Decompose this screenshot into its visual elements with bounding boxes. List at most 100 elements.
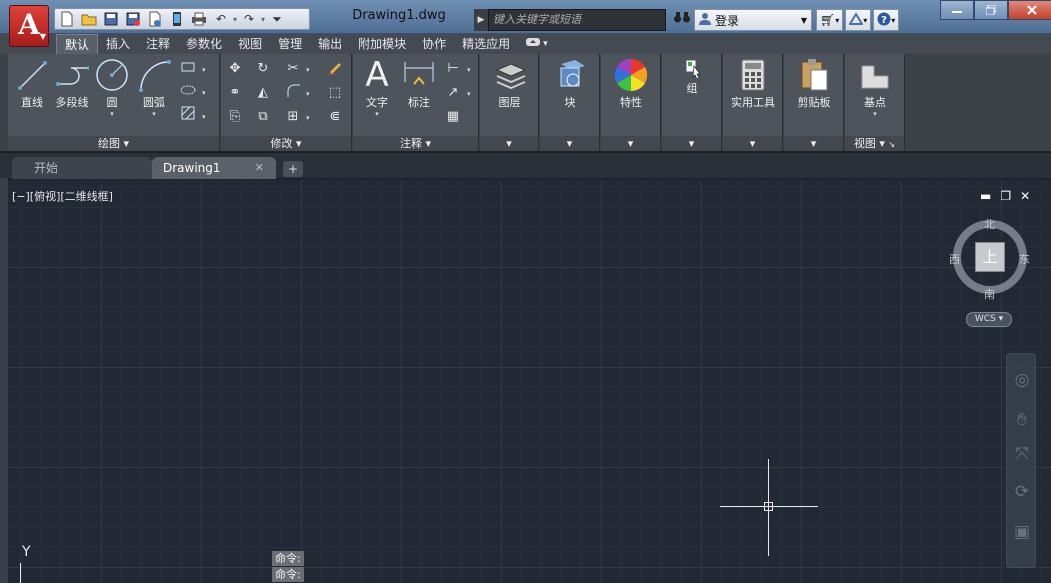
- modify-panel-title[interactable]: 修改 ▾: [221, 136, 351, 151]
- properties-button[interactable]: 特性: [603, 58, 659, 110]
- scale-icon[interactable]: ⧉: [253, 107, 273, 127]
- groups-panel[interactable]: 组 ▾: [662, 54, 722, 151]
- explode-icon[interactable]: ⬚: [325, 83, 345, 103]
- chevron-down-icon[interactable]: ▾: [306, 66, 310, 74]
- tab-insert[interactable]: 插入: [98, 34, 138, 54]
- stretch-icon[interactable]: ⎘: [225, 107, 245, 127]
- chevron-down-icon[interactable]: ▾: [662, 136, 721, 151]
- chevron-down-icon[interactable]: ▾: [784, 136, 843, 151]
- drawing-canvas[interactable]: [8, 180, 1051, 583]
- annotation-panel-title[interactable]: 注释 ▾: [353, 136, 478, 151]
- search-input[interactable]: [488, 9, 666, 31]
- trim-icon[interactable]: ✂: [283, 59, 303, 79]
- chevron-down-icon[interactable]: ▾: [540, 136, 599, 151]
- redo-dropdown-icon[interactable]: ▾: [261, 11, 265, 27]
- properties-panel[interactable]: 特性 ▾: [601, 54, 661, 151]
- group-button[interactable]: 组: [664, 58, 720, 96]
- showmotion-icon[interactable]: ▣: [1011, 522, 1033, 546]
- customize-qat-icon[interactable]: ⏷: [267, 10, 287, 28]
- undo-icon[interactable]: ↶: [211, 10, 231, 28]
- clipboard-panel[interactable]: 剪贴板 ▾: [784, 54, 844, 151]
- circle-button[interactable]: 圆 ▾: [94, 58, 130, 118]
- compass-east[interactable]: 东: [1019, 251, 1030, 267]
- block-panel[interactable]: 块 ▾: [540, 54, 600, 151]
- hatch-icon[interactable]: [178, 106, 198, 126]
- mirror-icon[interactable]: ◭: [253, 83, 273, 103]
- tab-drawing1[interactable]: Drawing1 ✕: [152, 157, 276, 179]
- erase-icon[interactable]: [325, 59, 345, 79]
- rotate-icon[interactable]: ↻: [253, 59, 273, 79]
- tab-view[interactable]: 视图: [230, 34, 270, 54]
- wcs-menu[interactable]: WCS ▾: [966, 312, 1012, 327]
- close-window-button[interactable]: [1008, 0, 1051, 20]
- chevron-down-icon[interactable]: ▾: [723, 136, 782, 151]
- tab-manage[interactable]: 管理: [270, 34, 310, 54]
- polyline-button[interactable]: 多段线: [51, 58, 93, 110]
- rectangle-icon[interactable]: [178, 59, 198, 79]
- arc-button[interactable]: 圆弧 ▾: [134, 58, 174, 118]
- compass-south[interactable]: 南: [984, 286, 995, 302]
- tab-collaborate[interactable]: 协作: [414, 34, 454, 54]
- chevron-down-icon[interactable]: ▾: [601, 136, 660, 151]
- search-expand-icon[interactable]: ▶: [474, 9, 488, 31]
- compass-north[interactable]: 北: [984, 216, 995, 232]
- store-cart-button[interactable]: 🛒︎ ▾: [816, 9, 844, 31]
- base-point-button[interactable]: 基点 ▾: [847, 58, 903, 118]
- binoculars-search-icon[interactable]: [671, 9, 693, 31]
- orbit-icon[interactable]: ⟳: [1011, 482, 1033, 506]
- ellipse-icon[interactable]: [178, 82, 198, 102]
- new-tab-button[interactable]: +: [283, 161, 303, 177]
- tab-addins[interactable]: 附加模块: [350, 34, 414, 54]
- text-button[interactable]: A 文字 ▾: [359, 58, 395, 118]
- chevron-down-icon[interactable]: ▾: [306, 114, 310, 122]
- block-button[interactable]: 块: [542, 58, 598, 110]
- tab-default[interactable]: 默认: [56, 34, 99, 54]
- connect-button[interactable]: ▾: [845, 9, 872, 31]
- application-menu-button[interactable]: A ▼: [9, 5, 49, 47]
- compass-west[interactable]: 西: [949, 251, 960, 267]
- undo-dropdown-icon[interactable]: ▾: [233, 11, 237, 27]
- viewcube[interactable]: 上 北 南 西 东: [946, 214, 1036, 304]
- array-icon[interactable]: ⊞: [283, 107, 303, 127]
- cloud-open-icon[interactable]: [145, 10, 165, 28]
- viewport-restore-icon[interactable]: ❐: [1000, 189, 1011, 203]
- open-folder-icon[interactable]: [79, 10, 99, 28]
- move-icon[interactable]: ✥: [225, 59, 245, 79]
- leader-icon[interactable]: ↗: [443, 83, 463, 103]
- utilities-button[interactable]: 实用工具: [725, 58, 781, 110]
- close-tab-icon[interactable]: ✕: [255, 157, 264, 179]
- linear-dimension-icon[interactable]: ⊢: [443, 59, 463, 79]
- tab-output[interactable]: 输出: [310, 34, 350, 54]
- pan-hand-icon[interactable]: ✋︎: [1011, 410, 1033, 434]
- mobile-share-icon[interactable]: [167, 10, 187, 28]
- layers-button[interactable]: 图层: [482, 58, 537, 110]
- chevron-down-icon[interactable]: ▾: [467, 66, 471, 74]
- fillet-icon[interactable]: [283, 83, 303, 103]
- chevron-down-icon[interactable]: ▾: [467, 90, 471, 98]
- line-button[interactable]: 直线: [14, 58, 50, 110]
- panel-launcher-icon[interactable]: ↘: [888, 140, 895, 149]
- tab-featured-apps[interactable]: 精选应用: [454, 34, 518, 54]
- draw-panel-title[interactable]: 绘图 ▾: [8, 136, 219, 151]
- offset-icon[interactable]: ⋐: [325, 107, 345, 127]
- table-icon[interactable]: ▦: [443, 107, 463, 127]
- clipboard-button[interactable]: 剪贴板: [786, 58, 842, 110]
- copy-icon[interactable]: ⚭: [225, 83, 245, 103]
- chevron-down-icon[interactable]: ▾: [480, 136, 538, 151]
- viewcube-top-face[interactable]: 上: [975, 242, 1005, 272]
- layers-panel[interactable]: 图层 ▾: [480, 54, 539, 151]
- dimension-button[interactable]: 标注: [399, 58, 439, 110]
- tab-annotate[interactable]: 注释: [138, 34, 178, 54]
- viewport-controls-label[interactable]: [−][俯视][二维线框]: [12, 188, 113, 204]
- viewport-close-icon[interactable]: ✕: [1020, 189, 1030, 203]
- chevron-down-icon[interactable]: ▾: [306, 90, 310, 98]
- redo-icon[interactable]: ↷: [239, 10, 259, 28]
- save-as-icon[interactable]: [123, 10, 143, 28]
- chevron-down-icon[interactable]: ▾: [202, 113, 206, 121]
- restore-button[interactable]: [974, 0, 1008, 20]
- print-icon[interactable]: [189, 10, 209, 28]
- tab-parametric[interactable]: 参数化: [178, 34, 230, 54]
- new-file-icon[interactable]: [57, 10, 77, 28]
- view-panel-title[interactable]: 视图 ▾ ↘: [845, 136, 904, 151]
- login-dropdown[interactable]: 登录 ▼: [694, 9, 812, 31]
